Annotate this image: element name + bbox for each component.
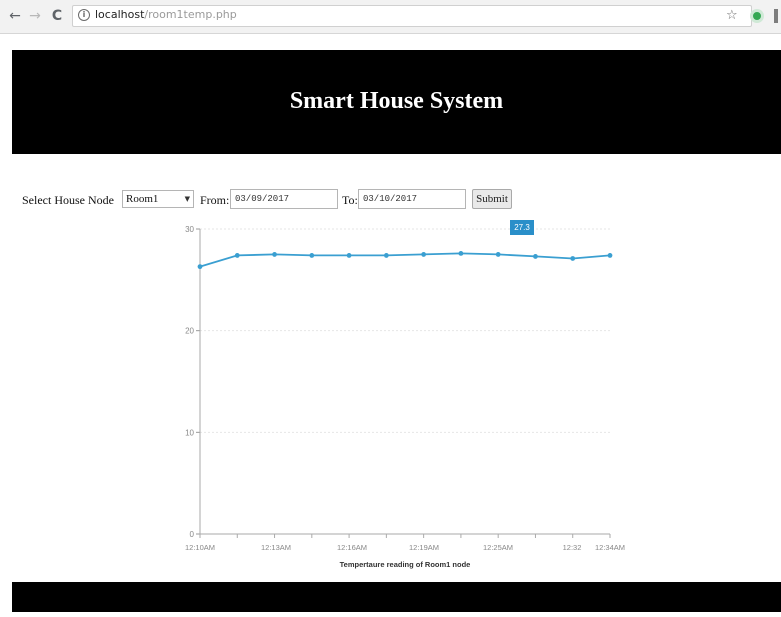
data-point [234,253,240,258]
series-line [199,252,611,268]
data-point [421,252,427,257]
y-tick-label: 0 [190,530,195,539]
data-point [346,253,352,258]
x-tick-label: 12:13AM [261,543,291,552]
x-tick-label: 12:16AM [337,543,367,552]
chart-tooltip: 27.3 [510,220,534,235]
x-tick-label: 12:10AM [185,543,215,552]
site-footer [12,582,781,612]
x-tick-label: 12:25AM [483,543,513,552]
x-axis-title: Tempertaure reading of Room1 node [340,560,471,569]
x-tick-label: 12:19AM [409,543,439,552]
x-tick-label: 12:32 [563,543,582,552]
data-point [458,251,464,256]
data-point [309,253,315,258]
chart-svg: 0 10 20 30 12:10AM 12:13AM 12:16AM 12:19AM 12:25… [185,225,625,569]
data-point [607,253,613,258]
y-tick-label: 10 [185,428,194,437]
y-tick-label: 20 [185,327,194,336]
data-point [533,254,538,259]
data-point [272,252,277,257]
x-tick-label: 12:34AM [595,543,625,552]
y-tick-label: 30 [185,225,194,234]
data-point [383,253,389,258]
temperature-chart: 0 10 20 30 12:10AM 12:13AM 12:16AM 12:19AM 12:25… [0,0,781,612]
data-point [495,252,501,257]
data-point [570,256,576,261]
data-point [197,264,203,270]
